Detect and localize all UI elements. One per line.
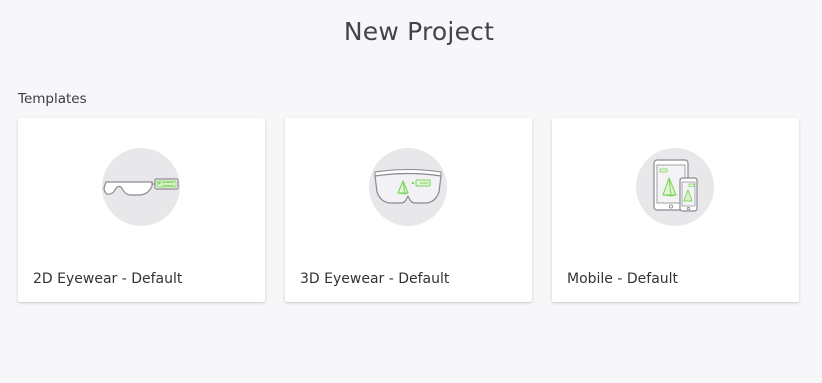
template-card-label: 3D Eyewear - Default xyxy=(300,271,450,287)
glasses-2d-icon xyxy=(103,178,179,196)
template-thumbnail xyxy=(369,148,447,226)
new-project-page: New Project Templates 2D Eyewear - Defau… xyxy=(0,0,822,383)
mobile-devices-icon xyxy=(653,159,698,212)
template-card-mobile[interactable]: Mobile - Default xyxy=(552,118,799,302)
glasses-3d-icon xyxy=(374,168,442,204)
templates-section-label: Templates xyxy=(18,91,87,107)
template-thumbnail xyxy=(636,148,714,226)
template-card-label: 2D Eyewear - Default xyxy=(33,271,183,287)
template-card-3d-eyewear[interactable]: 3D Eyewear - Default xyxy=(285,118,532,302)
template-card-label: Mobile - Default xyxy=(567,271,679,287)
page-title: New Project xyxy=(343,17,495,46)
template-card-2d-eyewear[interactable]: 2D Eyewear - Default xyxy=(18,118,265,302)
template-thumbnail xyxy=(102,148,180,226)
